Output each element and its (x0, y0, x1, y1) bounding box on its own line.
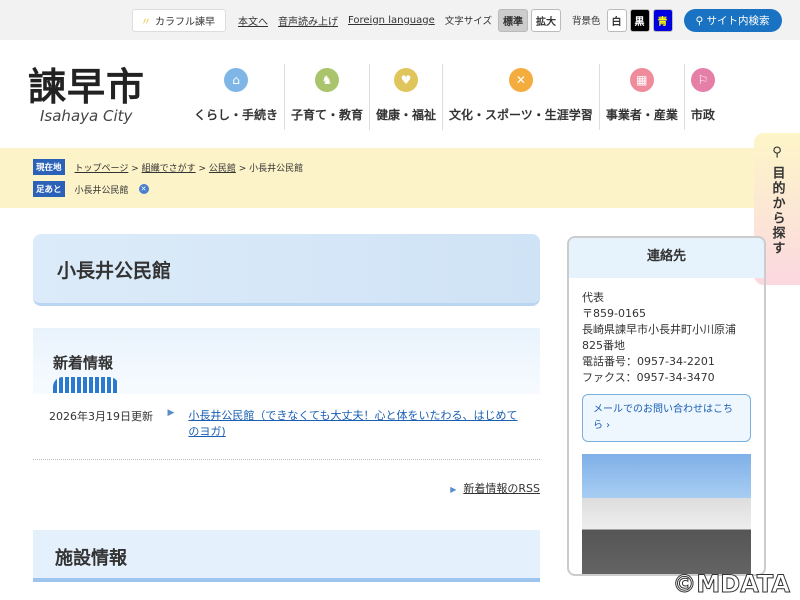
bg-white-button[interactable]: 白 (606, 8, 627, 32)
triangle-icon: ▶ (167, 408, 175, 418)
runner-icon: ✕ (508, 68, 533, 92)
breadcrumb-org[interactable]: 組織でさがす (142, 164, 196, 174)
contact-line: ファクス：0957-34-3470 (582, 371, 715, 384)
breadcrumb-current: 小長井公民館 (249, 163, 304, 174)
contact-line: 電話番号：0957-34-2201 (582, 355, 715, 368)
contact-heading: 連絡先 (569, 238, 764, 278)
nav-label: くらし・手続き (194, 108, 279, 122)
nav-childcare[interactable]: ♞ 子育て・教育 (285, 64, 371, 130)
bg-black-button[interactable]: 黒 (629, 8, 650, 32)
current-location-tag: 現在地 (33, 159, 65, 175)
purpose-search-label: 目的から探す (769, 166, 785, 256)
news-item: 2026年3月19日更新 ▶ 小長井公民館（できなくても大丈夫！心と体をいたわる… (33, 394, 540, 460)
logo-text: 諫早市 (28, 64, 146, 109)
speech-link[interactable]: 音声読み上げ (278, 13, 338, 28)
news-heading: 新着情報 (53, 354, 114, 372)
close-icon[interactable]: ✕ (138, 184, 149, 194)
site-search-label: サイト内検索 (706, 14, 770, 27)
font-standard-button[interactable]: 標準 (497, 8, 528, 32)
flag-icon: ⚐ (690, 68, 715, 92)
history-tag: 足あと (33, 181, 65, 197)
building-icon: ▦ (629, 68, 654, 92)
search-icon: ⚲ (695, 14, 707, 27)
contact-box: 連絡先 代表 〒859-0165 長崎県諫早市小長井町小川原浦825番地 電話番… (567, 236, 766, 576)
bg-blue-button[interactable]: 青 (652, 8, 673, 32)
nav-city[interactable]: ⚐ 市政 (685, 64, 721, 130)
rss-link[interactable]: 新着情報のRSS (463, 482, 540, 495)
rainbow-icon: 〃 (141, 16, 151, 28)
nav-label: 文化・スポーツ・生涯学習 (449, 108, 593, 122)
site-logo[interactable]: 諫早市 Isahaya City (28, 56, 145, 125)
bridge-decoration-icon (53, 377, 119, 393)
page-title: 小長井公民館 (33, 234, 540, 306)
nav-business[interactable]: ▦ 事業者・産業 (600, 64, 685, 130)
logo-subtext: Isahaya City (40, 107, 133, 125)
foreign-language-link[interactable]: Foreign language (348, 15, 435, 26)
nav-label: 子育て・教育 (291, 108, 364, 122)
contact-line: 長崎県諫早市小長井町小川原浦825番地 (582, 323, 736, 352)
site-search-button[interactable]: ⚲ サイト内検索 (683, 8, 782, 32)
utility-bar: 〃カラフル諫早 本文へ 音声読み上げ Foreign language 文字サイ… (0, 0, 800, 40)
mail-inquiry-button[interactable]: メールでのお問い合わせはこちら › (582, 394, 751, 442)
news-header: 新着情報 (33, 328, 540, 394)
search-icon: ⚲ (772, 145, 782, 160)
main-content: 小長井公民館 新着情報 2026年3月19日更新 ▶ 小長井公民館（できなくても… (33, 234, 540, 582)
breadcrumb-kominkan[interactable]: 公民館 (209, 164, 236, 174)
triangle-icon: ▶ (450, 485, 457, 494)
font-large-button[interactable]: 拡大 (530, 8, 561, 32)
watermark: ©MDATA (672, 570, 791, 599)
news-link[interactable]: 小長井公民館（できなくても大丈夫！心と体をいたわる、はじめてのヨガ) (188, 408, 524, 445)
nav-culture[interactable]: ✕ 文化・スポーツ・生涯学習 (443, 64, 600, 130)
global-nav: ⌂ くらし・手続き ♞ 子育て・教育 ♥ 健康・福祉 ✕ 文化・スポーツ・生涯学習 ▦ 事… (188, 64, 721, 130)
skip-to-content-link[interactable]: 本文へ (238, 13, 268, 28)
giraffe-icon: ♞ (315, 68, 340, 92)
breadcrumb-top[interactable]: トップページ (75, 164, 129, 174)
rss-row: ▶ 新着情報のRSS (33, 480, 540, 496)
heart-icon: ♥ (394, 68, 419, 92)
bg-color-label: 背景色 (571, 16, 601, 27)
font-size-label: 文字サイズ (444, 16, 492, 27)
history-item[interactable]: 小長井公民館 (75, 183, 129, 196)
nav-health[interactable]: ♥ 健康・福祉 (370, 64, 444, 130)
colorful-isahaya-button[interactable]: 〃カラフル諫早 (132, 8, 226, 32)
nav-label: 健康・福祉 (376, 108, 437, 122)
nav-label: 市政 (690, 108, 715, 122)
news-date: 2026年3月19日更新 (49, 410, 153, 423)
house-icon: ⌂ (224, 68, 248, 92)
breadcrumb: 現在地 トップページ > 組織でさがす > 公民館 > 小長井公民館 足あと 小… (0, 148, 800, 208)
contact-line: 代表 (582, 291, 604, 304)
contact-line: 〒859-0165 (582, 307, 646, 320)
nav-living[interactable]: ⌂ くらし・手続き (188, 64, 286, 130)
nav-label: 事業者・産業 (605, 108, 678, 122)
facility-heading: 施設情報 (33, 530, 540, 582)
colorful-label: カラフル諫早 (155, 16, 215, 28)
header: 諫早市 Isahaya City ⌂ くらし・手続き ♞ 子育て・教育 ♥ 健康・福祉… (0, 40, 800, 148)
building-photo (582, 454, 751, 574)
